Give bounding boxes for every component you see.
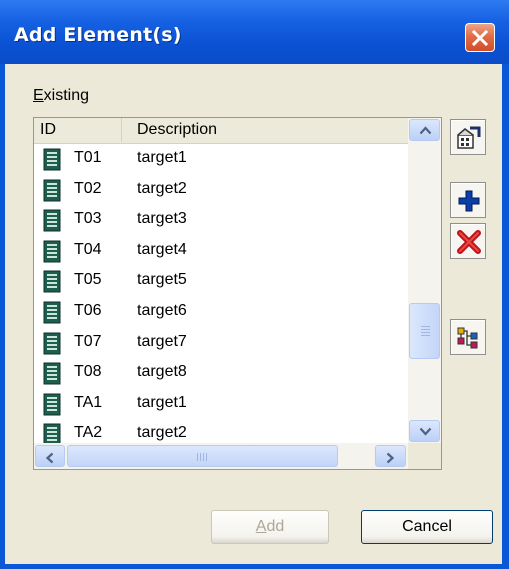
row-id: T02 xyxy=(74,179,102,197)
horizontal-scrollbar[interactable] xyxy=(34,443,408,469)
delete-x-icon xyxy=(457,230,481,254)
hierarchy-icon xyxy=(457,327,478,349)
horizontal-scroll-thumb[interactable] xyxy=(67,445,338,467)
plus-icon xyxy=(458,190,480,212)
scrollbar-corner xyxy=(408,443,441,469)
delete-button[interactable] xyxy=(450,223,486,259)
add-elements-dialog: Add Element(s) Existing ID Description T… xyxy=(0,0,509,569)
row-description: target2 xyxy=(137,424,187,442)
document-icon xyxy=(43,393,61,416)
scroll-up-button[interactable] xyxy=(409,119,440,141)
row-id: TA1 xyxy=(74,393,103,411)
scroll-left-button[interactable] xyxy=(35,445,65,467)
existing-label: Existing xyxy=(33,87,89,105)
document-icon xyxy=(43,240,61,263)
row-description: target1 xyxy=(137,149,187,166)
hierarchy-button[interactable] xyxy=(450,319,486,355)
row-description: target6 xyxy=(137,301,187,319)
thumb-grip-line xyxy=(421,332,430,333)
list-header: ID Description xyxy=(34,118,408,144)
list-item[interactable]: T01 target1 xyxy=(34,144,408,175)
row-description: target3 xyxy=(137,210,187,228)
thumb-grip-line xyxy=(203,453,204,461)
existing-label-rest: xisting xyxy=(43,87,90,104)
scroll-right-button[interactable] xyxy=(375,445,406,467)
list-item[interactable]: TA1 target1 xyxy=(34,389,408,420)
row-description: target7 xyxy=(137,332,187,350)
add-mnemonic: A xyxy=(255,518,267,535)
chevron-up-icon xyxy=(419,126,432,135)
thumb-grip-line xyxy=(421,326,430,327)
document-icon xyxy=(43,179,61,202)
column-header-id[interactable]: ID xyxy=(34,118,122,142)
row-description: target1 xyxy=(137,393,187,411)
row-id: T06 xyxy=(74,301,102,319)
list-item[interactable]: T06 target6 xyxy=(34,297,408,328)
row-description: target8 xyxy=(137,363,187,381)
chevron-right-icon xyxy=(386,452,395,464)
document-icon xyxy=(43,301,61,324)
existing-elements-list[interactable]: ID Description T01 target1 T02 target2 T03 ta… xyxy=(33,117,442,470)
list-item[interactable]: T02 target2 xyxy=(34,175,408,206)
vertical-scrollbar[interactable] xyxy=(408,118,441,443)
list-item[interactable]: T07 target7 xyxy=(34,328,408,359)
list-item[interactable]: T05 target5 xyxy=(34,266,408,297)
add-new-button[interactable] xyxy=(450,182,486,218)
properties-button[interactable] xyxy=(450,119,486,155)
row-description: target4 xyxy=(137,240,187,258)
title-bar[interactable]: Add Element(s) xyxy=(0,0,509,64)
close-button[interactable] xyxy=(465,23,495,52)
thumb-grip-line xyxy=(206,453,207,461)
row-description: target5 xyxy=(137,271,187,289)
vertical-scroll-thumb[interactable] xyxy=(409,303,440,359)
close-icon xyxy=(471,29,489,47)
row-description: target2 xyxy=(137,179,187,197)
cancel-button[interactable]: Cancel xyxy=(361,510,493,544)
dialog-body: Existing ID Description T01 target1 T02 tar… xyxy=(5,64,502,564)
chevron-left-icon xyxy=(45,452,54,464)
list-item[interactable]: T04 target4 xyxy=(34,236,408,267)
thumb-grip-line xyxy=(421,335,430,336)
document-icon xyxy=(43,362,61,385)
window-title: Add Element(s) xyxy=(14,24,182,46)
row-id: T01 xyxy=(74,149,102,166)
add-label-rest: dd xyxy=(266,518,285,535)
document-icon xyxy=(43,148,61,171)
column-header-description[interactable]: Description xyxy=(123,118,408,142)
row-id: T08 xyxy=(74,363,102,381)
thumb-grip-line xyxy=(197,453,198,461)
add-button[interactable]: Add xyxy=(211,510,329,544)
document-icon xyxy=(43,270,61,293)
list-item[interactable]: T08 target8 xyxy=(34,358,408,389)
row-id: T05 xyxy=(74,271,102,289)
scroll-down-button[interactable] xyxy=(409,420,440,442)
row-id: TA2 xyxy=(74,424,103,442)
row-id: T04 xyxy=(74,240,102,258)
row-id: T07 xyxy=(74,332,102,350)
thumb-grip-line xyxy=(421,329,430,330)
row-id: T03 xyxy=(74,210,102,228)
document-icon xyxy=(43,332,61,355)
list-item[interactable]: T03 target3 xyxy=(34,205,408,236)
list-rows: T01 target1 T02 target2 T03 target3 T04 target4… xyxy=(34,144,408,450)
existing-mnemonic: E xyxy=(33,87,44,104)
document-icon xyxy=(43,209,61,232)
properties-icon xyxy=(457,126,481,149)
chevron-down-icon xyxy=(419,427,432,436)
thumb-grip-line xyxy=(200,453,201,461)
